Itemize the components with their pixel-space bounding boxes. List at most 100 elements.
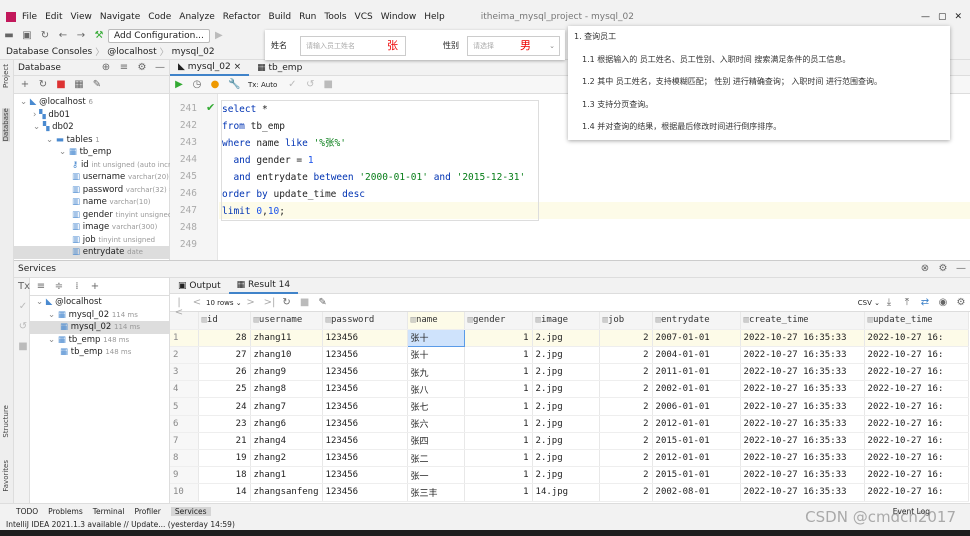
globe-icon[interactable]: ⊕ [101,62,111,73]
table-cell[interactable]: 2.jpg [532,432,600,451]
parameters-icon[interactable]: ● [210,79,220,90]
table-cell[interactable]: 2.jpg [532,415,600,433]
rollback-icon[interactable]: ↺ [18,322,28,332]
table-cell[interactable]: 2022-10-27 16:35:33 [740,483,865,502]
table-row[interactable]: 4 25 zhang8 123456 张八 1 2.jpg 2 2002-01-01 2022-1… [170,380,969,399]
tree-item[interactable]: ▥ username varchar(20) [14,171,169,184]
table-row[interactable]: 10 14 zhangsanfeng 123456 张三丰 1 14.jpg 2 2002-08… [170,483,969,502]
services-tab[interactable]: Services [170,506,211,516]
table-cell[interactable]: 张六 [407,415,465,433]
table-cell[interactable]: 2.jpg [532,380,600,399]
table-cell[interactable]: 23 [198,415,251,433]
table-cell[interactable]: 2 [599,397,653,416]
menu-build[interactable]: Build [269,12,292,22]
table-cell[interactable]: zhang8 [250,380,323,399]
next-page-icon[interactable]: > [246,297,256,308]
tree-item[interactable]: ⌄ ▬ tables 1 [14,134,169,147]
table-cell[interactable]: 2 [599,415,653,433]
run-icon[interactable]: ▶ [214,31,224,41]
tab-tb-emp[interactable]: ▦ tb_emp [249,63,310,73]
table-cell[interactable]: 2002-01-01 [652,380,741,399]
compare-icon[interactable]: ⇄ [920,297,930,308]
table-cell[interactable]: zhang9 [250,363,323,382]
table-cell[interactable]: 1 [464,380,533,399]
tree-item[interactable]: ⌄ ▦ tb_emp [14,146,169,159]
table-cell[interactable]: 2022-10-27 16:35:33 [740,363,865,382]
menu-navigate[interactable]: Navigate [100,12,140,22]
table-cell[interactable]: 张九 [407,363,465,382]
table-cell[interactable]: 2015-01-01 [652,466,741,485]
table-cell[interactable]: 1 [464,466,533,485]
sql-code[interactable]: select * from tb_emp where name like '%张… [221,100,539,221]
table-cell[interactable]: 21 [198,432,251,451]
column-header-image[interactable]: ▥image [532,312,600,330]
table-cell[interactable]: 123456 [322,346,408,365]
table-cell[interactable]: 1 [464,397,533,416]
stop-icon[interactable]: ■ [56,79,66,90]
service-item[interactable]: ⌄ ▦ mysql_02 114 ms [30,309,169,322]
menu-run[interactable]: Run [299,12,316,22]
tx-mode-select[interactable]: Tx: Auto [248,81,277,89]
table-cell[interactable]: zhang7 [250,397,323,416]
tree-item[interactable]: ▥ password varchar(32) = [14,184,175,197]
settings-icon[interactable]: 🔧 [228,79,240,90]
hide-icon[interactable]: — [155,62,165,73]
table-cell[interactable]: zhang4 [250,432,323,451]
menu-tools[interactable]: Tools [324,12,346,22]
table-cell[interactable]: 2.jpg [532,363,600,382]
table-cell[interactable]: 张十 [406,328,465,347]
table-cell[interactable]: 2002-08-01 [652,483,741,502]
column-header-create_time[interactable]: ▥create_time [740,312,865,330]
table-cell[interactable]: 张二 [407,449,465,468]
table-cell[interactable]: 2022-10-27 16:35:33 [740,415,865,433]
prev-page-icon[interactable]: < [192,297,202,308]
tab-mysql-02[interactable]: ◣ mysql_02 × [170,60,250,76]
column-header-job[interactable]: ▥job [599,312,653,330]
terminal-tab[interactable]: Terminal [93,507,125,516]
table-cell[interactable]: 张四 [407,432,465,451]
table-cell[interactable]: zhang1 [250,466,323,485]
table-cell[interactable]: 张十 [407,346,465,365]
table-cell[interactable]: 2007-01-01 [652,329,741,347]
maximize-button[interactable]: ▢ [938,12,947,22]
minimize-button[interactable]: — [921,12,930,22]
tree-item[interactable]: ▥ job tinyint unsigned [14,234,169,247]
table-cell[interactable]: 24 [198,397,251,416]
edit-icon[interactable]: ✎ [92,79,102,90]
menu-edit[interactable]: Edit [45,12,62,22]
profiler-tab[interactable]: Profiler [134,507,160,516]
table-cell[interactable]: 2022-10-27 16:35:33 [740,466,865,485]
tx-icon[interactable]: Tx [18,282,30,292]
menu-code[interactable]: Code [148,12,171,22]
table-cell[interactable]: 18 [198,466,251,485]
back-icon[interactable]: ← [58,31,68,41]
last-page-icon[interactable]: >| [264,297,276,308]
add-service-icon[interactable]: + [90,281,100,292]
execute-icon[interactable]: ▶ [174,79,184,90]
table-cell[interactable]: 1 [464,329,533,347]
table-cell[interactable]: 123456 [322,329,408,347]
refresh-icon[interactable]: ↻ [282,297,292,308]
table-cell[interactable]: 2022-10-27 16: [864,363,969,382]
menu-file[interactable]: File [22,12,37,22]
rollback-icon[interactable]: ↺ [305,79,315,90]
menu-view[interactable]: View [71,12,92,22]
table-cell[interactable]: 123456 [322,380,408,399]
menu-refactor[interactable]: Refactor [223,12,261,22]
table-cell[interactable]: 2022-10-27 16:35:33 [740,432,865,451]
export-format-select[interactable]: CSV ⌄ [858,299,880,307]
page-size-select[interactable]: 10 rows ⌄ [206,299,242,307]
table-cell[interactable]: 123456 [322,483,408,502]
todo-tab[interactable]: TODO [16,507,38,516]
close-button[interactable]: ✕ [954,12,962,22]
column-header-id[interactable]: ▥id [198,312,251,330]
tree-item[interactable]: › ▚ db01 [14,109,169,122]
table-cell[interactable]: 2 [599,466,653,485]
upload-icon[interactable]: ⤒ [902,297,912,308]
tree-item[interactable]: ⌄ ◣ @localhost 6 [14,96,169,109]
commit-icon[interactable]: ✓ [18,302,28,312]
table-cell[interactable]: 123456 [322,415,408,433]
table-cell[interactable]: 1 [464,346,533,365]
service-item[interactable]: ⌄ ▦ tb_emp 148 ms [30,334,169,347]
stop-icon[interactable]: ■ [300,297,310,308]
